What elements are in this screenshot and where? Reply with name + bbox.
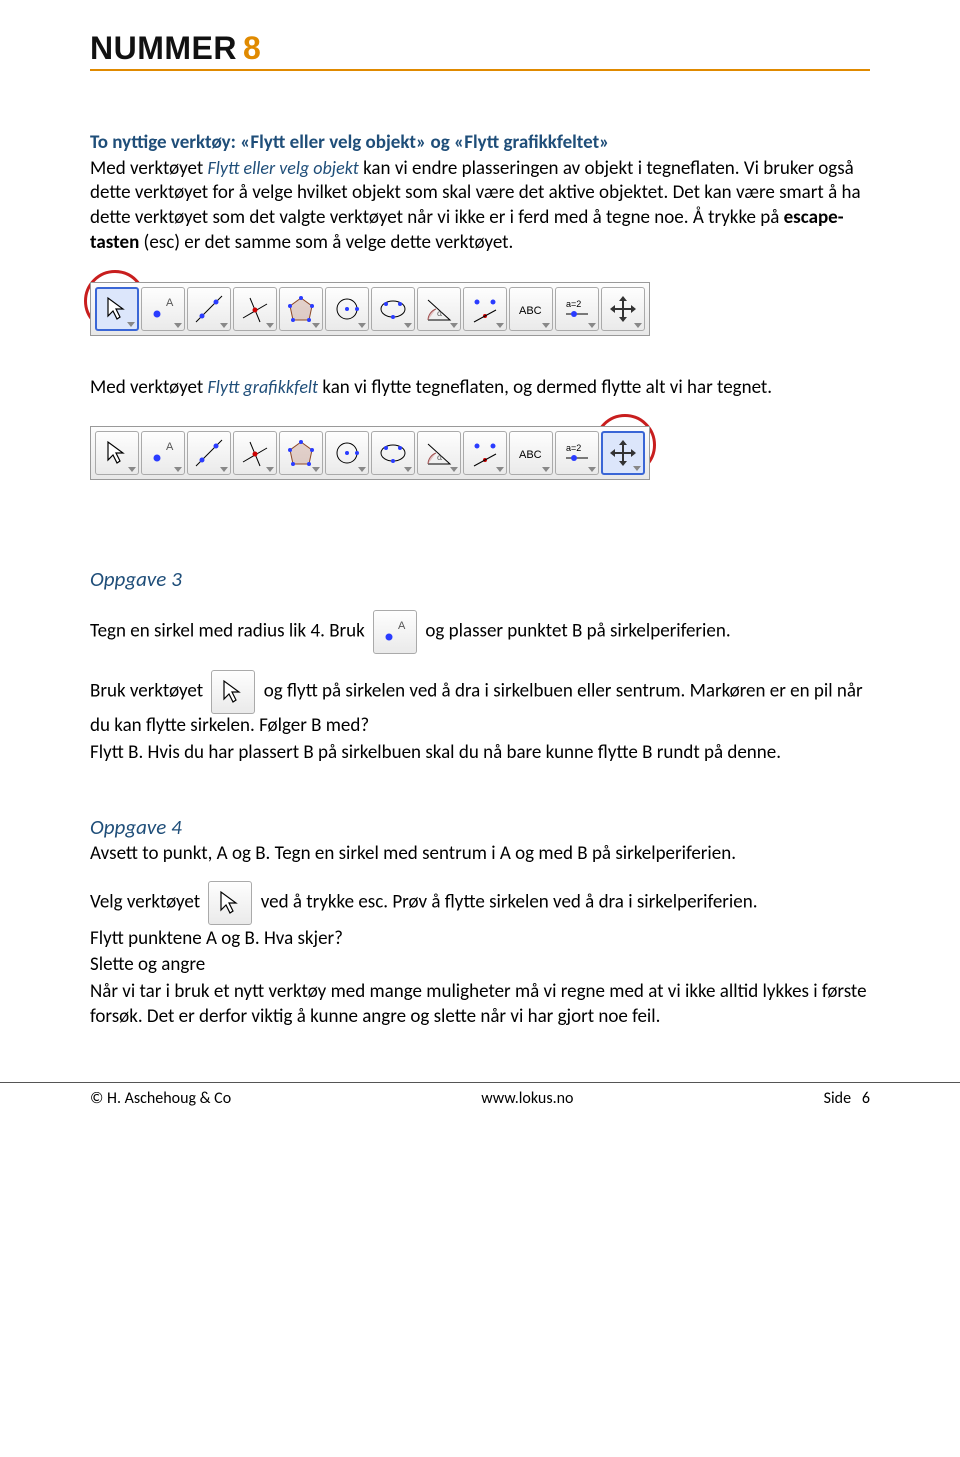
svg-text:α: α [437,308,443,319]
conic-tool-button[interactable] [371,431,415,475]
reflect-tool-button[interactable] [463,431,507,475]
brand-digit: 8 [243,30,261,67]
svg-text:a=2: a=2 [566,299,581,309]
pointer-tool-button[interactable] [95,287,139,331]
oppgave3-title: Oppgave 3 [90,566,870,592]
pointer-tool-icon [211,670,255,714]
point-tool-button[interactable]: A [141,287,185,331]
point-tool-button[interactable]: A [141,431,185,475]
section2-body: Med verktøyet Flytt grafikkfelt kan vi f… [90,376,870,401]
svg-text:ABC: ABC [519,305,542,317]
footer-center: www.lokus.no [481,1089,573,1108]
svg-text:ABC: ABC [519,449,542,461]
slider-tool-button[interactable]: a=2 [555,431,599,475]
polygon-tool-button[interactable] [279,287,323,331]
perpendicular-tool-button[interactable] [233,287,277,331]
page-footer: © H. Aschehoug & Co www.lokus.no Side 6 [0,1082,960,1112]
footer-left: © H. Aschehoug & Co [90,1089,231,1108]
angle-tool-button[interactable]: α [417,431,461,475]
text-tool-button[interactable]: ABC [509,287,553,331]
angle-tool-button[interactable]: α [417,287,461,331]
section1-body: Med verktøyet Flytt eller velg objekt ka… [90,157,870,256]
move-graphics-tool-button[interactable] [601,287,645,331]
circle-tool-button[interactable] [325,287,369,331]
svg-text:A: A [166,441,174,453]
footer-right: Side 6 [824,1089,870,1108]
oppgave4-title: Oppgave 4 [90,814,870,840]
svg-text:A: A [398,620,406,632]
conic-tool-button[interactable] [371,287,415,331]
circle-tool-button[interactable] [325,431,369,475]
pointer-tool-icon [208,881,252,925]
pointer-tool-button[interactable] [95,431,139,475]
text-tool-button[interactable]: ABC [509,431,553,475]
line-tool-button[interactable] [187,287,231,331]
svg-text:a=2: a=2 [566,443,581,453]
svg-text:A: A [166,297,174,309]
toolbar-2: A α [90,426,650,480]
line-tool-button[interactable] [187,431,231,475]
oppgave3-p3: Flytt B. Hvis du har plassert B på sirke… [90,741,870,766]
oppgave4-p3: Flytt punktene A og B. Hva skjer? [90,927,870,952]
oppgave4-p4: Slette og angre [90,953,870,978]
oppgave4-p2: Velg verktøyet ved å trykke esc. Prøv å … [90,881,870,925]
slider-tool-button[interactable]: a=2 [555,287,599,331]
polygon-tool-button[interactable] [279,431,323,475]
section1-title: To nyttige verktøy: «Flytt eller velg ob… [90,131,870,155]
reflect-tool-button[interactable] [463,287,507,331]
move-graphics-tool-button[interactable] [601,431,645,475]
brand-header: NUMMER 8 [90,30,870,71]
oppgave4-p5: Når vi tar i bruk et nytt verktøy med ma… [90,980,870,1029]
brand-word: NUMMER [90,30,237,67]
perpendicular-tool-button[interactable] [233,431,277,475]
toolbar-1: A α [90,282,650,336]
point-tool-icon: A [373,610,417,654]
oppgave3-p2: Bruk verktøyet og flytt på sirkelen ved … [90,670,870,739]
oppgave4-p1: Avsett to punkt, A og B. Tegn en sirkel … [90,842,870,867]
svg-text:α: α [437,452,443,463]
oppgave3-p1: Tegn en sirkel med radius lik 4. Bruk A … [90,610,870,654]
